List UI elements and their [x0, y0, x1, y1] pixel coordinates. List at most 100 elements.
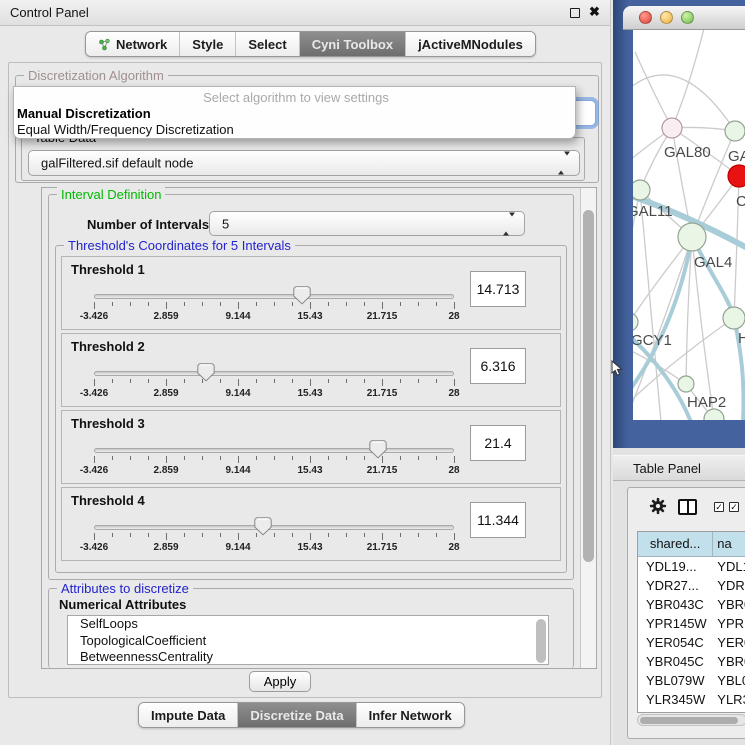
- table-cell[interactable]: YLR3: [713, 690, 745, 709]
- mac-minimize-button[interactable]: [660, 11, 673, 24]
- network-node-gal11[interactable]: [633, 180, 650, 200]
- tab-network[interactable]: Network: [86, 32, 179, 56]
- threshold-value-field[interactable]: 6.316: [470, 348, 526, 384]
- network-node-h[interactable]: [723, 307, 745, 329]
- slider-tick: [400, 302, 401, 306]
- mac-zoom-button[interactable]: [681, 11, 694, 24]
- threshold-value-field[interactable]: 11.344: [470, 502, 526, 538]
- network-edge[interactable]: [635, 52, 672, 128]
- tab-cyni-toolbox[interactable]: Cyni Toolbox: [299, 32, 405, 56]
- tab-jactivemnodules[interactable]: jActiveMNodules: [405, 32, 535, 56]
- slider-thumb[interactable]: [254, 517, 272, 541]
- table-row[interactable]: YDR27...YDR2: [638, 576, 745, 595]
- table-cell[interactable]: YIL052C: [638, 709, 713, 713]
- network-canvas[interactable]: GAL80GACGAL11GAL4HGCY1HAP2: [633, 30, 745, 420]
- attribute-item-selfloops[interactable]: SelfLoops: [68, 616, 548, 633]
- table-cell[interactable]: YER0: [713, 633, 745, 652]
- bottom-tab-bar: Impute DataDiscretize DataInfer Network: [138, 702, 465, 728]
- network-edge[interactable]: [633, 237, 692, 420]
- network-node-label: GA: [728, 148, 745, 165]
- table-cell[interactable]: YBR0: [713, 652, 745, 671]
- table-row[interactable]: YER054CYER0: [638, 633, 745, 652]
- threshold-value-field[interactable]: 21.4: [470, 425, 526, 461]
- table-cell[interactable]: YLR345W: [638, 690, 713, 709]
- slider-thumb[interactable]: [197, 363, 215, 387]
- table-data-combobox[interactable]: galFiltered.sif default node: [28, 150, 580, 176]
- popup-option-manual-discretization[interactable]: Manual Discretization: [14, 106, 575, 122]
- popup-option-equal-width-frequency[interactable]: Equal Width/Frequency Discretization: [14, 122, 575, 138]
- network-node-gal4[interactable]: [678, 223, 706, 251]
- slider-track[interactable]: [94, 525, 454, 530]
- columns-icon[interactable]: [678, 499, 697, 515]
- list-scrollbar-thumb[interactable]: [536, 619, 546, 663]
- threshold-panel-3: Threshold 3-3.4262.8599.14415.4321.71528…: [61, 410, 561, 484]
- slider-tick-label: 15.43: [297, 311, 322, 322]
- slider-track[interactable]: [94, 448, 454, 453]
- table-cell[interactable]: YBL0: [713, 671, 745, 690]
- column-header-shared[interactable]: shared...: [638, 532, 713, 557]
- table-row[interactable]: YLR345WYLR3: [638, 690, 745, 709]
- network-node-ga[interactable]: [725, 121, 745, 141]
- table-cell[interactable]: YDR27...: [638, 576, 713, 595]
- scrollbar-thumb[interactable]: [640, 717, 738, 724]
- attribute-item-topologicalcoefficient[interactable]: TopologicalCoefficient: [68, 633, 548, 650]
- table-row[interactable]: YPR145WYPR1: [638, 614, 745, 633]
- table-cell[interactable]: YER054C: [638, 633, 713, 652]
- threshold-panel-1: Threshold 1-3.4262.8599.14415.4321.71528…: [61, 256, 561, 330]
- network-node-gcy1[interactable]: [633, 313, 638, 331]
- network-node-c[interactable]: [728, 165, 745, 187]
- number-of-intervals-combobox[interactable]: 5: [209, 211, 525, 236]
- table-cell[interactable]: YIL0: [713, 709, 745, 713]
- tab-discretize-data[interactable]: Discretize Data: [237, 703, 355, 727]
- threshold-value-field[interactable]: 14.713: [470, 271, 526, 307]
- table-row[interactable]: YBL079WYBL0: [638, 671, 745, 690]
- slider-tick-label: 21.715: [367, 388, 398, 399]
- close-icon[interactable]: ✖: [589, 4, 600, 20]
- tab-impute-data[interactable]: Impute Data: [139, 703, 237, 727]
- slider-thumb[interactable]: [293, 286, 311, 310]
- tab-infer-network[interactable]: Infer Network: [356, 703, 464, 727]
- network-node-gal80[interactable]: [662, 118, 682, 138]
- table-cell[interactable]: YBR045C: [638, 652, 713, 671]
- table-cell[interactable]: YBL079W: [638, 671, 713, 690]
- network-edge[interactable]: [633, 75, 735, 131]
- slider-thumb[interactable]: [369, 440, 387, 464]
- checkbox-icon[interactable]: ✓: [729, 502, 739, 512]
- mac-close-button[interactable]: [639, 11, 652, 24]
- slider-tick: [328, 379, 329, 383]
- tab-select[interactable]: Select: [235, 32, 298, 56]
- float-window-icon[interactable]: [570, 8, 580, 18]
- gear-icon[interactable]: [649, 497, 667, 520]
- table-cell[interactable]: YPR1: [713, 614, 745, 633]
- cyni-toolbox-content: Discretization Algorithm Table Data galF…: [8, 62, 602, 698]
- table-cell[interactable]: YDL19...: [638, 557, 713, 576]
- table-cell[interactable]: YDR2: [713, 576, 745, 595]
- network-edge[interactable]: [672, 30, 705, 128]
- tab-style[interactable]: Style: [179, 32, 235, 56]
- scrollbar-thumb[interactable]: [583, 210, 594, 562]
- table-row[interactable]: YBR043CYBR0: [638, 595, 745, 614]
- table-row[interactable]: YDL19...YDL1: [638, 557, 745, 576]
- table-cell[interactable]: YBR043C: [638, 595, 713, 614]
- slider-tick: [94, 456, 95, 463]
- settings-vertical-scrollbar[interactable]: [580, 188, 596, 668]
- slider-tick-label: -3.426: [80, 465, 108, 476]
- table-horizontal-scrollbar[interactable]: [637, 714, 745, 726]
- attribute-item-betweennesscentrality[interactable]: BetweennessCentrality: [68, 649, 548, 665]
- table-cell[interactable]: YDL1: [713, 557, 745, 576]
- checkbox-icon[interactable]: ✓: [714, 502, 724, 512]
- apply-button[interactable]: Apply: [249, 671, 311, 692]
- column-header-na[interactable]: na: [713, 532, 745, 557]
- slider-track[interactable]: [94, 371, 454, 376]
- network-edge[interactable]: [640, 190, 661, 420]
- table-cell[interactable]: YBR0: [713, 595, 745, 614]
- table-row[interactable]: YIL052CYIL0: [638, 709, 745, 713]
- network-node-hap2[interactable]: [678, 376, 694, 392]
- slider-tick: [148, 302, 149, 306]
- slider-track[interactable]: [94, 294, 454, 299]
- slider-tick-label: 15.43: [297, 542, 322, 553]
- slider-tick-label: -3.426: [80, 542, 108, 553]
- table-cell[interactable]: YPR145W: [638, 614, 713, 633]
- table-row[interactable]: YBR045CYBR0: [638, 652, 745, 671]
- threshold-coordinates-groupbox: Threshold's Coordinates for 5 Intervals …: [55, 245, 567, 573]
